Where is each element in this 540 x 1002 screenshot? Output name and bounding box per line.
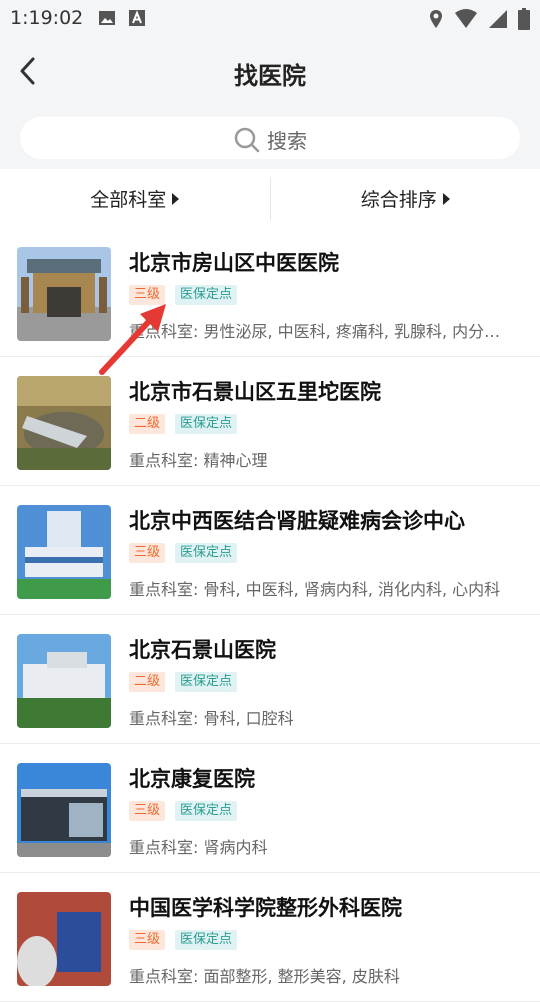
hospital-list: 北京市房山区中医医院 三级 医保定点 重点科室: 男性泌尿, 中医科, 疼痛科,… — [0, 228, 540, 1002]
hospital-photo — [17, 376, 111, 470]
hospital-photo — [17, 505, 111, 599]
hospital-level-badge: 三级 — [129, 801, 165, 821]
caret-right-icon — [172, 193, 179, 205]
hospital-list-item[interactable]: 北京市石景山区五里坨医院 二级 医保定点 重点科室: 精神心理 — [0, 357, 540, 486]
hospital-list-item[interactable]: 中国医学科学院整形外科医院 三级 医保定点 重点科室: 面部整形, 整形美容, … — [0, 873, 540, 1002]
hospital-level-badge: 三级 — [129, 930, 165, 950]
font-icon — [128, 9, 146, 27]
page-title: 找医院 — [0, 56, 540, 91]
filter-bar: 全部科室 综合排序 — [0, 169, 540, 228]
hospital-list-item[interactable]: 北京市房山区中医医院 三级 医保定点 重点科室: 男性泌尿, 中医科, 疼痛科,… — [0, 228, 540, 357]
hospital-list-item[interactable]: 北京石景山医院 二级 医保定点 重点科室: 骨科, 口腔科 — [0, 615, 540, 744]
hospital-level-badge: 三级 — [129, 543, 165, 563]
status-bar: 1:19:02 — [0, 0, 540, 36]
sort-filter-label: 综合排序 — [361, 185, 437, 212]
hospital-photo — [17, 763, 111, 857]
insurance-badge: 医保定点 — [175, 930, 237, 950]
key-departments: 重点科室: 骨科, 口腔科 — [129, 705, 519, 729]
hospital-photo — [17, 634, 111, 728]
status-time: 1:19:02 — [10, 7, 83, 29]
hospital-name: 北京康复医院 — [129, 763, 255, 793]
key-departments: 重点科室: 骨科, 中医科, 肾病内科, 消化内科, 心内科 — [129, 576, 519, 600]
insurance-badge: 医保定点 — [175, 801, 237, 821]
wifi-icon — [454, 9, 478, 29]
battery-icon — [518, 8, 530, 30]
hospital-photo — [17, 892, 111, 986]
search-icon — [233, 126, 261, 154]
insurance-badge: 医保定点 — [175, 285, 237, 305]
key-departments: 重点科室: 精神心理 — [129, 447, 519, 471]
image-icon — [98, 9, 116, 27]
status-system-icons — [428, 8, 530, 30]
hospital-name: 北京市房山区中医医院 — [129, 247, 339, 277]
insurance-badge: 医保定点 — [175, 543, 237, 563]
department-filter-label: 全部科室 — [90, 185, 166, 212]
insurance-badge: 医保定点 — [175, 672, 237, 692]
signal-icon — [488, 9, 508, 29]
status-notification-icons — [98, 9, 146, 27]
location-icon — [428, 9, 444, 29]
insurance-badge: 医保定点 — [175, 414, 237, 434]
hospital-name: 中国医学科学院整形外科医院 — [129, 892, 402, 922]
caret-right-icon — [443, 193, 450, 205]
hospital-list-item[interactable]: 北京中西医结合肾脏疑难病会诊中心 三级 医保定点 重点科室: 骨科, 中医科, … — [0, 486, 540, 615]
hospital-level-badge: 三级 — [129, 285, 165, 305]
search-placeholder: 搜索 — [267, 125, 307, 154]
key-departments: 重点科室: 面部整形, 整形美容, 皮肤科 — [129, 963, 519, 987]
key-departments: 重点科室: 肾病内科 — [129, 834, 519, 858]
key-departments: 重点科室: 男性泌尿, 中医科, 疼痛科, 乳腺科, 内分… — [129, 318, 519, 342]
hospital-level-badge: 二级 — [129, 414, 165, 434]
hospital-photo — [17, 247, 111, 341]
hospital-level-badge: 二级 — [129, 672, 165, 692]
hospital-list-item[interactable]: 北京康复医院 三级 医保定点 重点科室: 肾病内科 — [0, 744, 540, 873]
hospital-name: 北京石景山医院 — [129, 634, 276, 664]
search-bar[interactable]: 搜索 — [20, 117, 520, 159]
department-filter-dropdown[interactable]: 全部科室 — [0, 169, 270, 228]
hospital-name: 北京市石景山区五里坨医院 — [129, 376, 381, 406]
sort-filter-dropdown[interactable]: 综合排序 — [271, 169, 540, 228]
hospital-name: 北京中西医结合肾脏疑难病会诊中心 — [129, 505, 465, 535]
app-header: 找医院 — [0, 36, 540, 108]
